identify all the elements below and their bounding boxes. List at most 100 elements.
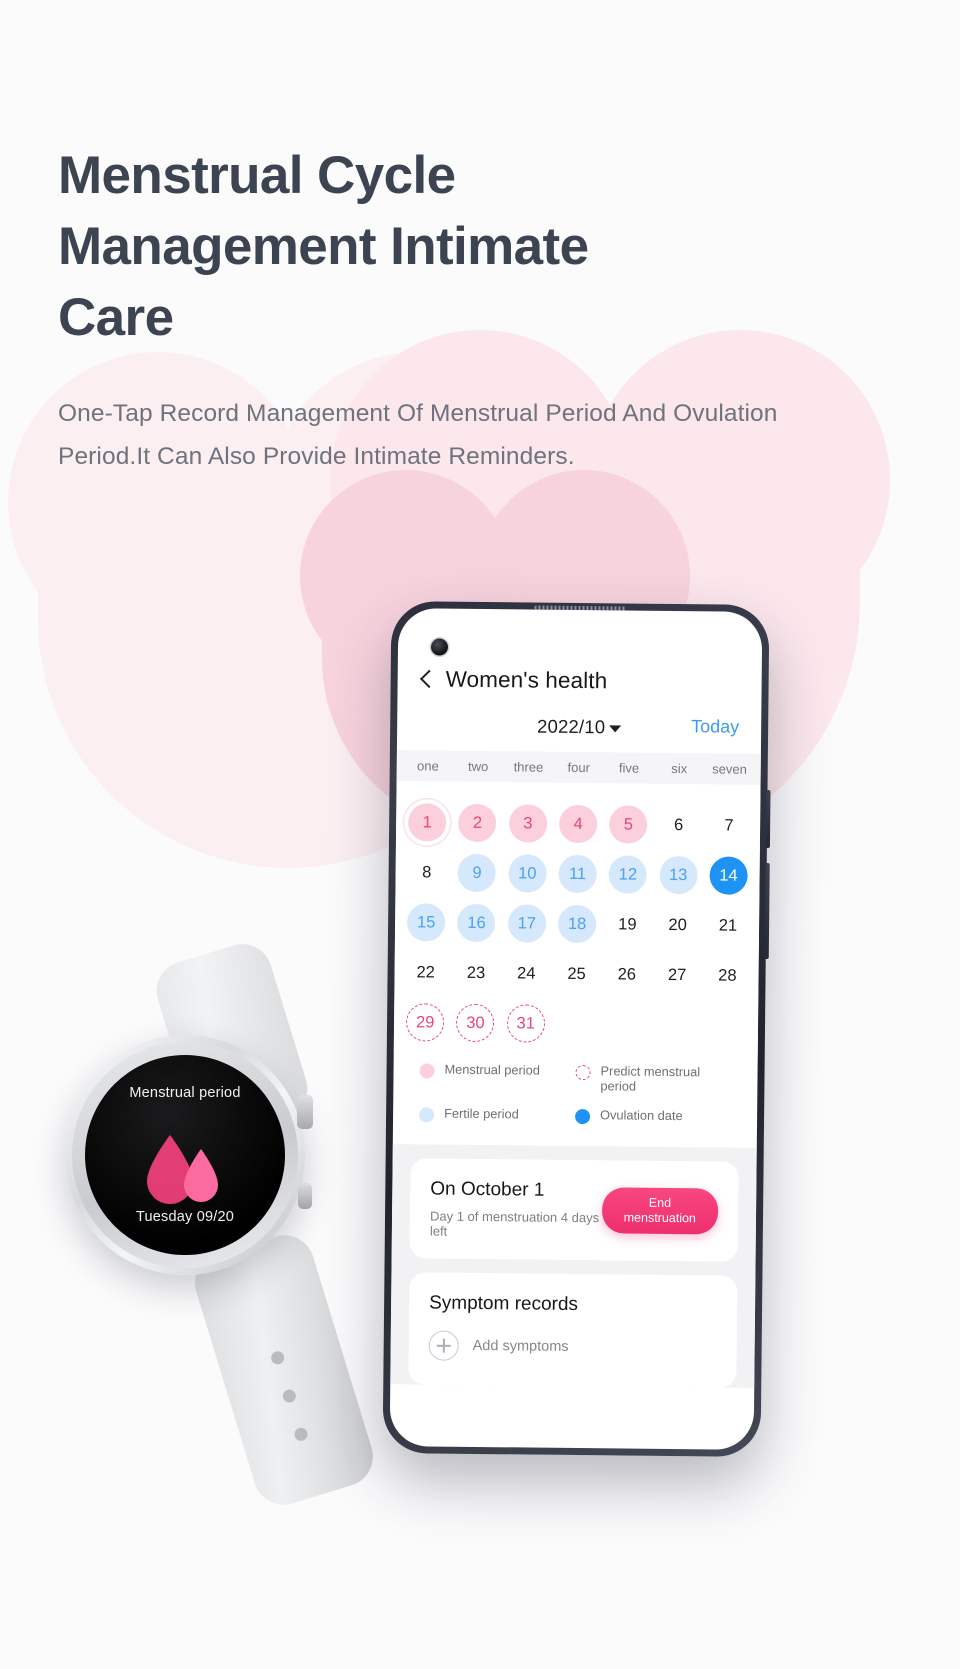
watch-bezel: Menstrual period Tuesday 09/20 (72, 1042, 298, 1268)
add-symptoms-row[interactable]: Add symptoms (428, 1330, 717, 1363)
calendar-cell[interactable]: 6 (653, 802, 704, 849)
month-picker[interactable]: 2022/10 (537, 716, 622, 739)
calendar-day-21[interactable]: 21 (709, 906, 747, 944)
app-title: Women's health (445, 666, 608, 694)
calendar-cell[interactable]: 28 (702, 952, 753, 999)
weekday-label: five (618, 760, 640, 776)
calendar-cell[interactable]: 14 (703, 852, 754, 899)
calendar-day-23[interactable]: 23 (457, 954, 495, 992)
calendar-cell[interactable]: 15 (401, 899, 452, 946)
calendar-day-4[interactable]: 4 (558, 804, 598, 844)
calendar-day-17[interactable]: 17 (507, 904, 547, 943)
calendar-cell[interactable]: 17 (501, 900, 552, 947)
calendar-day-30[interactable]: 30 (456, 1003, 495, 1043)
calendar-day-29[interactable]: 29 (406, 1003, 445, 1042)
calendar-cell[interactable]: 8 (401, 849, 452, 896)
calendar-cell[interactable]: 23 (451, 950, 502, 997)
watch-button-icon[interactable] (298, 1183, 312, 1209)
landing-page: Menstrual Cycle Management Intimate Care… (0, 0, 960, 1669)
calendar-day-22[interactable]: 22 (407, 953, 445, 991)
calendar-cell[interactable]: 12 (603, 851, 654, 898)
predict-menstrual-swatch-icon (575, 1064, 591, 1081)
calendar-cell[interactable]: 11 (552, 851, 603, 898)
legend-label: Ovulation date (600, 1107, 683, 1124)
calendar-day-16[interactable]: 16 (457, 903, 496, 943)
calendar-day-24[interactable]: 24 (507, 954, 545, 992)
calendar-day-15[interactable]: 15 (407, 903, 446, 942)
bottom-sheet: On October 1 Day 1 of menstruation 4 day… (390, 1144, 757, 1388)
calendar-day-25[interactable]: 25 (557, 955, 595, 993)
watch-crown-icon[interactable] (297, 1095, 313, 1129)
month-selector-bar: 2022/10 Today (397, 714, 761, 754)
calendar-day-8[interactable]: 8 (408, 853, 446, 891)
calendar-day-1[interactable]: 1 (408, 803, 447, 842)
watch-screen: Menstrual period Tuesday 09/20 (85, 1055, 285, 1255)
calendar-day-26[interactable]: 26 (608, 955, 646, 993)
calendar-day-10[interactable]: 10 (508, 854, 547, 893)
phone-mockup: Women's health 2022/10 Today one two thr… (382, 601, 771, 1457)
calendar-cell[interactable]: 1 (402, 799, 453, 846)
calendar-day-12[interactable]: 12 (608, 855, 648, 894)
page-title: Menstrual Cycle Management Intimate Care (58, 146, 589, 347)
calendar-cell[interactable]: 7 (704, 802, 755, 849)
calendar-day-27[interactable]: 27 (658, 956, 696, 994)
calendar-cell[interactable]: 22 (400, 949, 451, 996)
menstruation-status-card: On October 1 Day 1 of menstruation 4 day… (409, 1158, 739, 1262)
calendar-cell[interactable]: 26 (601, 951, 652, 998)
plus-circle-icon[interactable] (428, 1330, 459, 1361)
legend-item-fertile: Fertile period (419, 1105, 575, 1124)
calendar-day-19[interactable]: 19 (608, 905, 646, 943)
calendar-cell[interactable]: 10 (502, 850, 553, 897)
ovulation-date-swatch-icon (575, 1108, 591, 1125)
calendar-cell[interactable]: 16 (451, 900, 502, 947)
calendar-day-3[interactable]: 3 (508, 804, 548, 843)
calendar-cell[interactable]: 9 (452, 850, 503, 897)
calendar-grid: 1 2 3 4 5 6 7 8 9 10 11 12 13 14 15 16 17 18 19 20 21 22 23 24 2… (393, 781, 761, 1057)
calendar-cell[interactable]: 2 (452, 800, 503, 847)
phone-volume-button[interactable] (765, 789, 771, 849)
today-button[interactable]: Today (691, 716, 739, 738)
legend-item-menstrual: Menstrual period (419, 1061, 575, 1093)
weekday-label: one (416, 758, 439, 774)
month-label: 2022/10 (536, 715, 606, 738)
caret-down-icon (609, 725, 622, 733)
calendar-day-13[interactable]: 13 (658, 855, 698, 895)
calendar-cell[interactable]: 24 (501, 950, 552, 997)
phone-screen: Women's health 2022/10 Today one two thr… (389, 608, 763, 1450)
calendar-cell[interactable]: 20 (652, 902, 703, 949)
weekday-label: three (513, 759, 544, 775)
calendar-cell[interactable]: 3 (502, 800, 553, 847)
page-subtitle: One-Tap Record Management Of Menstrual P… (58, 400, 778, 470)
watch-title: Menstrual period (129, 1085, 241, 1101)
end-menstruation-button[interactable]: End menstruation (601, 1187, 719, 1235)
legend-item-predict: Predict menstrual period (575, 1063, 731, 1095)
status-card-text: On October 1 Day 1 of menstruation 4 day… (430, 1178, 602, 1240)
calendar-legend: Menstrual period Predict menstrual perio… (393, 1053, 758, 1148)
phone-power-button[interactable] (764, 862, 770, 960)
calendar-day-14[interactable]: 14 (709, 856, 748, 895)
legend-label: Fertile period (444, 1105, 519, 1122)
calendar-day-31[interactable]: 31 (506, 1004, 545, 1043)
calendar-cell[interactable]: 19 (602, 901, 653, 948)
calendar-day-28[interactable]: 28 (708, 956, 746, 994)
calendar-cell[interactable]: 21 (703, 902, 754, 949)
chevron-left-icon[interactable] (420, 668, 433, 690)
calendar-cell[interactable]: 4 (553, 801, 604, 848)
calendar-cell[interactable]: 29 (400, 999, 451, 1046)
calendar-day-6[interactable]: 6 (660, 806, 698, 844)
calendar-day-9[interactable]: 9 (457, 853, 497, 893)
calendar-day-11[interactable]: 11 (558, 854, 597, 894)
menstrual-period-swatch-icon (419, 1063, 435, 1079)
calendar-cell[interactable]: 18 (552, 901, 603, 948)
calendar-day-18[interactable]: 18 (557, 904, 597, 944)
calendar-day-20[interactable]: 20 (658, 906, 696, 944)
calendar-day-5[interactable]: 5 (609, 805, 648, 844)
calendar-cell[interactable]: 27 (652, 952, 703, 999)
calendar-cell[interactable]: 5 (603, 801, 654, 848)
calendar-cell[interactable]: 30 (450, 1000, 501, 1047)
calendar-day-2[interactable]: 2 (458, 803, 497, 843)
calendar-cell[interactable]: 13 (653, 852, 704, 899)
calendar-day-7[interactable]: 7 (710, 806, 748, 844)
calendar-cell[interactable]: 25 (551, 951, 602, 998)
calendar-cell[interactable]: 31 (500, 1000, 551, 1047)
